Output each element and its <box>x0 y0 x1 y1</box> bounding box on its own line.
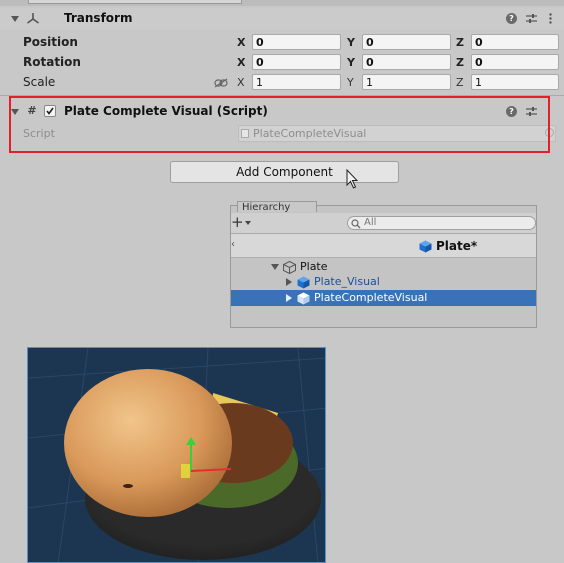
rotation-y-field[interactable]: 0 <box>362 54 451 70</box>
plate-visual-expand-icon[interactable] <box>286 278 292 286</box>
scale-x-field[interactable]: 1 <box>252 74 341 90</box>
scale-z-field[interactable]: 1 <box>471 74 559 90</box>
search-icon <box>351 218 361 229</box>
prefab-cube-icon <box>419 240 432 253</box>
position-z-field[interactable]: 0 <box>471 34 559 50</box>
prefab-scene-bar <box>231 234 536 258</box>
rotation-label: Rotation <box>23 55 81 69</box>
position-y-axis[interactable]: Y <box>347 36 355 49</box>
hierarchy-search-input[interactable]: All <box>347 216 536 230</box>
scale-x-axis[interactable]: X <box>237 76 245 89</box>
rotation-z-axis[interactable]: Z <box>456 56 464 69</box>
scale-y-field[interactable]: 1 <box>362 74 451 90</box>
plate-complete-expand-icon[interactable] <box>286 294 292 302</box>
plate-expand-icon[interactable] <box>271 264 279 270</box>
rotation-x-field[interactable]: 0 <box>252 54 341 70</box>
hierarchy-item-plate-complete-visual[interactable]: PlateCompleteVisual <box>314 291 427 305</box>
position-z-axis[interactable]: Z <box>456 36 464 49</box>
help-icon[interactable]: ? <box>506 13 517 24</box>
position-x-axis[interactable]: X <box>237 36 245 49</box>
hierarchy-tab[interactable]: Hierarchy <box>237 201 317 212</box>
add-dropdown-icon[interactable] <box>245 221 251 225</box>
scene-viewport[interactable] <box>27 347 326 563</box>
context-menu-icon[interactable] <box>549 13 552 24</box>
previous-component-edge <box>28 0 242 4</box>
constrain-proportions-icon[interactable] <box>214 77 228 88</box>
scale-y-axis[interactable]: Y <box>347 76 354 89</box>
add-component-button[interactable]: Add Component <box>170 161 399 183</box>
gameobject-icon <box>283 260 296 275</box>
hierarchy-item-plate-visual[interactable]: Plate_Visual <box>314 275 380 289</box>
rotation-x-axis[interactable]: X <box>237 56 245 69</box>
mouse-cursor-icon <box>346 168 360 191</box>
transform-icon <box>26 12 40 26</box>
position-y-field[interactable]: 0 <box>362 34 451 50</box>
transform-title: Transform <box>64 11 133 25</box>
add-object-button[interactable]: + <box>231 214 244 230</box>
transform-foldout-icon[interactable] <box>11 16 19 22</box>
scale-label: Scale <box>23 75 56 89</box>
scale-z-axis[interactable]: Z <box>456 76 464 89</box>
position-label: Position <box>23 35 78 49</box>
rotation-z-field[interactable]: 0 <box>471 54 559 70</box>
highlight-box <box>9 96 550 153</box>
rotation-y-axis[interactable]: Y <box>347 56 355 69</box>
burger-model <box>28 348 325 562</box>
hierarchy-item-plate[interactable]: Plate <box>300 260 328 274</box>
position-x-field[interactable]: 0 <box>252 34 341 50</box>
presets-icon[interactable] <box>526 13 537 24</box>
prefab-cube-icon <box>297 292 310 305</box>
scene-title: Plate* <box>436 239 478 253</box>
back-arrow-icon[interactable]: ‹ <box>231 240 235 250</box>
prefab-cube-icon <box>297 276 310 289</box>
